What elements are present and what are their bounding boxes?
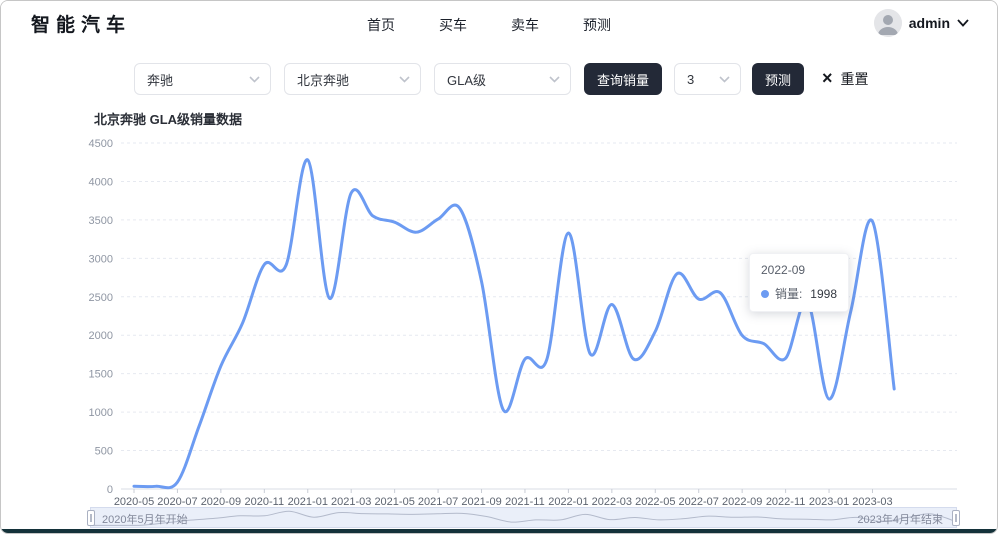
svg-text:3500: 3500 xyxy=(89,215,113,227)
svg-text:1000: 1000 xyxy=(89,407,113,419)
tooltip-value: 1998 xyxy=(810,286,837,301)
datazoom-slider[interactable]: 2020年5月年开始 2023年4月年结束 xyxy=(87,507,960,528)
svg-text:500: 500 xyxy=(95,446,113,458)
chart-tooltip: 2022-09 销量: 1998 xyxy=(749,253,849,312)
datazoom-handle-right[interactable] xyxy=(952,510,960,526)
svg-text:1500: 1500 xyxy=(89,369,113,381)
datazoom-start-label: 2020年5月年开始 xyxy=(102,514,188,526)
window-bottom-edge xyxy=(1,529,997,533)
svg-text:4500: 4500 xyxy=(89,138,113,150)
datazoom-end-label: 2023年4月年结束 xyxy=(857,514,943,526)
svg-text:3000: 3000 xyxy=(89,253,113,265)
app-window: 智能汽车 首页 买车 卖车 预测 admin 奔驰 北京奔驰 GLA级 查询销量… xyxy=(0,0,998,534)
tooltip-series-label: 销量: xyxy=(775,287,803,301)
datazoom-shadow-line xyxy=(91,510,956,526)
datazoom-handle-left[interactable] xyxy=(87,510,95,526)
svg-text:2000: 2000 xyxy=(89,330,113,342)
series-marker-icon xyxy=(761,289,769,298)
svg-text:4000: 4000 xyxy=(89,176,113,188)
tooltip-date: 2022-09 xyxy=(761,263,806,277)
svg-text:0: 0 xyxy=(107,484,113,496)
svg-text:2500: 2500 xyxy=(89,292,113,304)
